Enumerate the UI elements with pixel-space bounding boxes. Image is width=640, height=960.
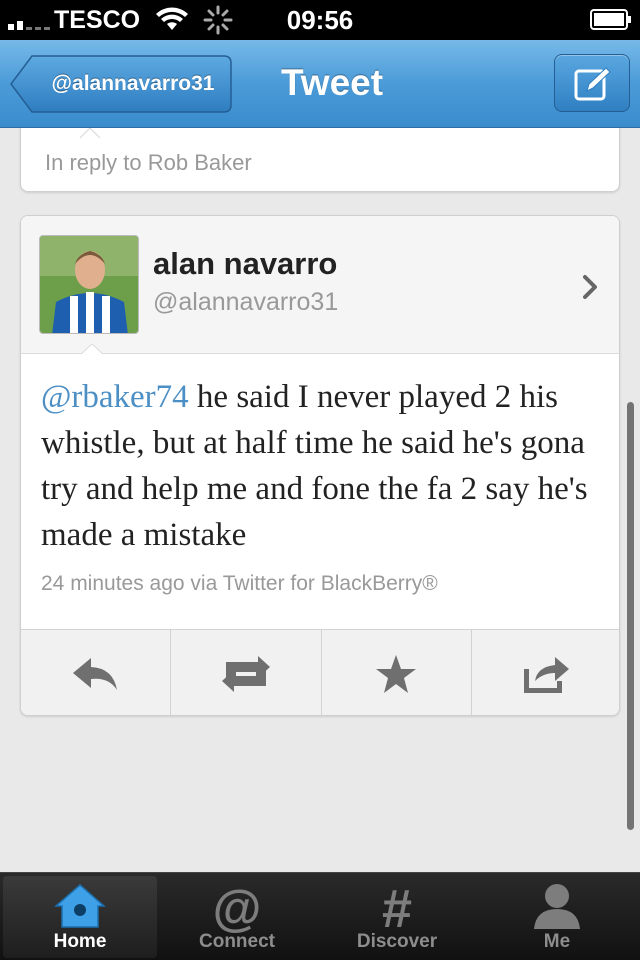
tweet-meta: 24 minutes ago via Twitter for BlackBerr… [41, 572, 438, 595]
at-icon: @ [213, 881, 262, 933]
user-handle: @alannavarro31 [153, 288, 339, 316]
page-title: Tweet [280, 62, 384, 103]
tab-bar: Home @ Connect # Discover Me [0, 872, 640, 960]
tab-home[interactable]: Home [3, 876, 157, 958]
tab-discover[interactable]: # Discover [317, 873, 477, 960]
star-icon [376, 655, 417, 693]
reply-icon [72, 658, 117, 690]
tweet-text: @rbaker74 he said I never played 2 his w… [41, 374, 611, 558]
tweet-card: alan navarro @alannavarro31 @rbaker74 he… [20, 215, 620, 716]
back-button[interactable]: @alannavarro31 [10, 55, 232, 113]
home-icon [54, 884, 106, 928]
back-button-label: @alannavarro31 [51, 72, 215, 95]
favorite-button[interactable] [322, 630, 472, 715]
retweet-icon [221, 656, 270, 692]
status-time: 09:56 [286, 5, 354, 35]
battery-icon [590, 9, 631, 30]
tweet-notch [81, 344, 103, 355]
share-icon [524, 657, 570, 693]
reply-button[interactable] [21, 630, 172, 715]
profile-row[interactable]: alan navarro @alannavarro31 [21, 216, 619, 354]
tab-me[interactable]: Me [477, 873, 637, 960]
tab-discover-label: Discover [356, 931, 438, 952]
share-button[interactable] [472, 630, 619, 715]
tab-me-label: Me [543, 931, 571, 952]
person-icon [534, 884, 580, 929]
mention-link[interactable]: @rbaker74 [41, 379, 189, 415]
status-bar: TESCO 09:56 [0, 0, 640, 40]
tweet-action-bar [21, 629, 619, 715]
display-name: alan navarro [153, 246, 338, 281]
reply-context-card[interactable]: In reply to Rob Baker [20, 128, 620, 192]
tab-connect[interactable]: @ Connect [157, 873, 317, 960]
svg-text:#: # [382, 881, 412, 933]
in-reply-to-label: In reply to Rob Baker [45, 150, 252, 175]
avatar[interactable] [39, 235, 139, 334]
tab-home-label: Home [53, 931, 107, 952]
retweet-button[interactable] [171, 630, 322, 715]
compose-icon [574, 67, 611, 101]
chevron-right-icon[interactable] [581, 274, 599, 300]
tab-connect-label: Connect [199, 931, 275, 952]
hash-icon: # [382, 881, 412, 933]
svg-text:@: @ [213, 881, 262, 933]
navigation-bar: @alannavarro31 Tweet [0, 40, 640, 128]
compose-button[interactable] [554, 54, 630, 112]
scroll-indicator[interactable] [627, 402, 634, 830]
reply-notch [80, 128, 100, 138]
